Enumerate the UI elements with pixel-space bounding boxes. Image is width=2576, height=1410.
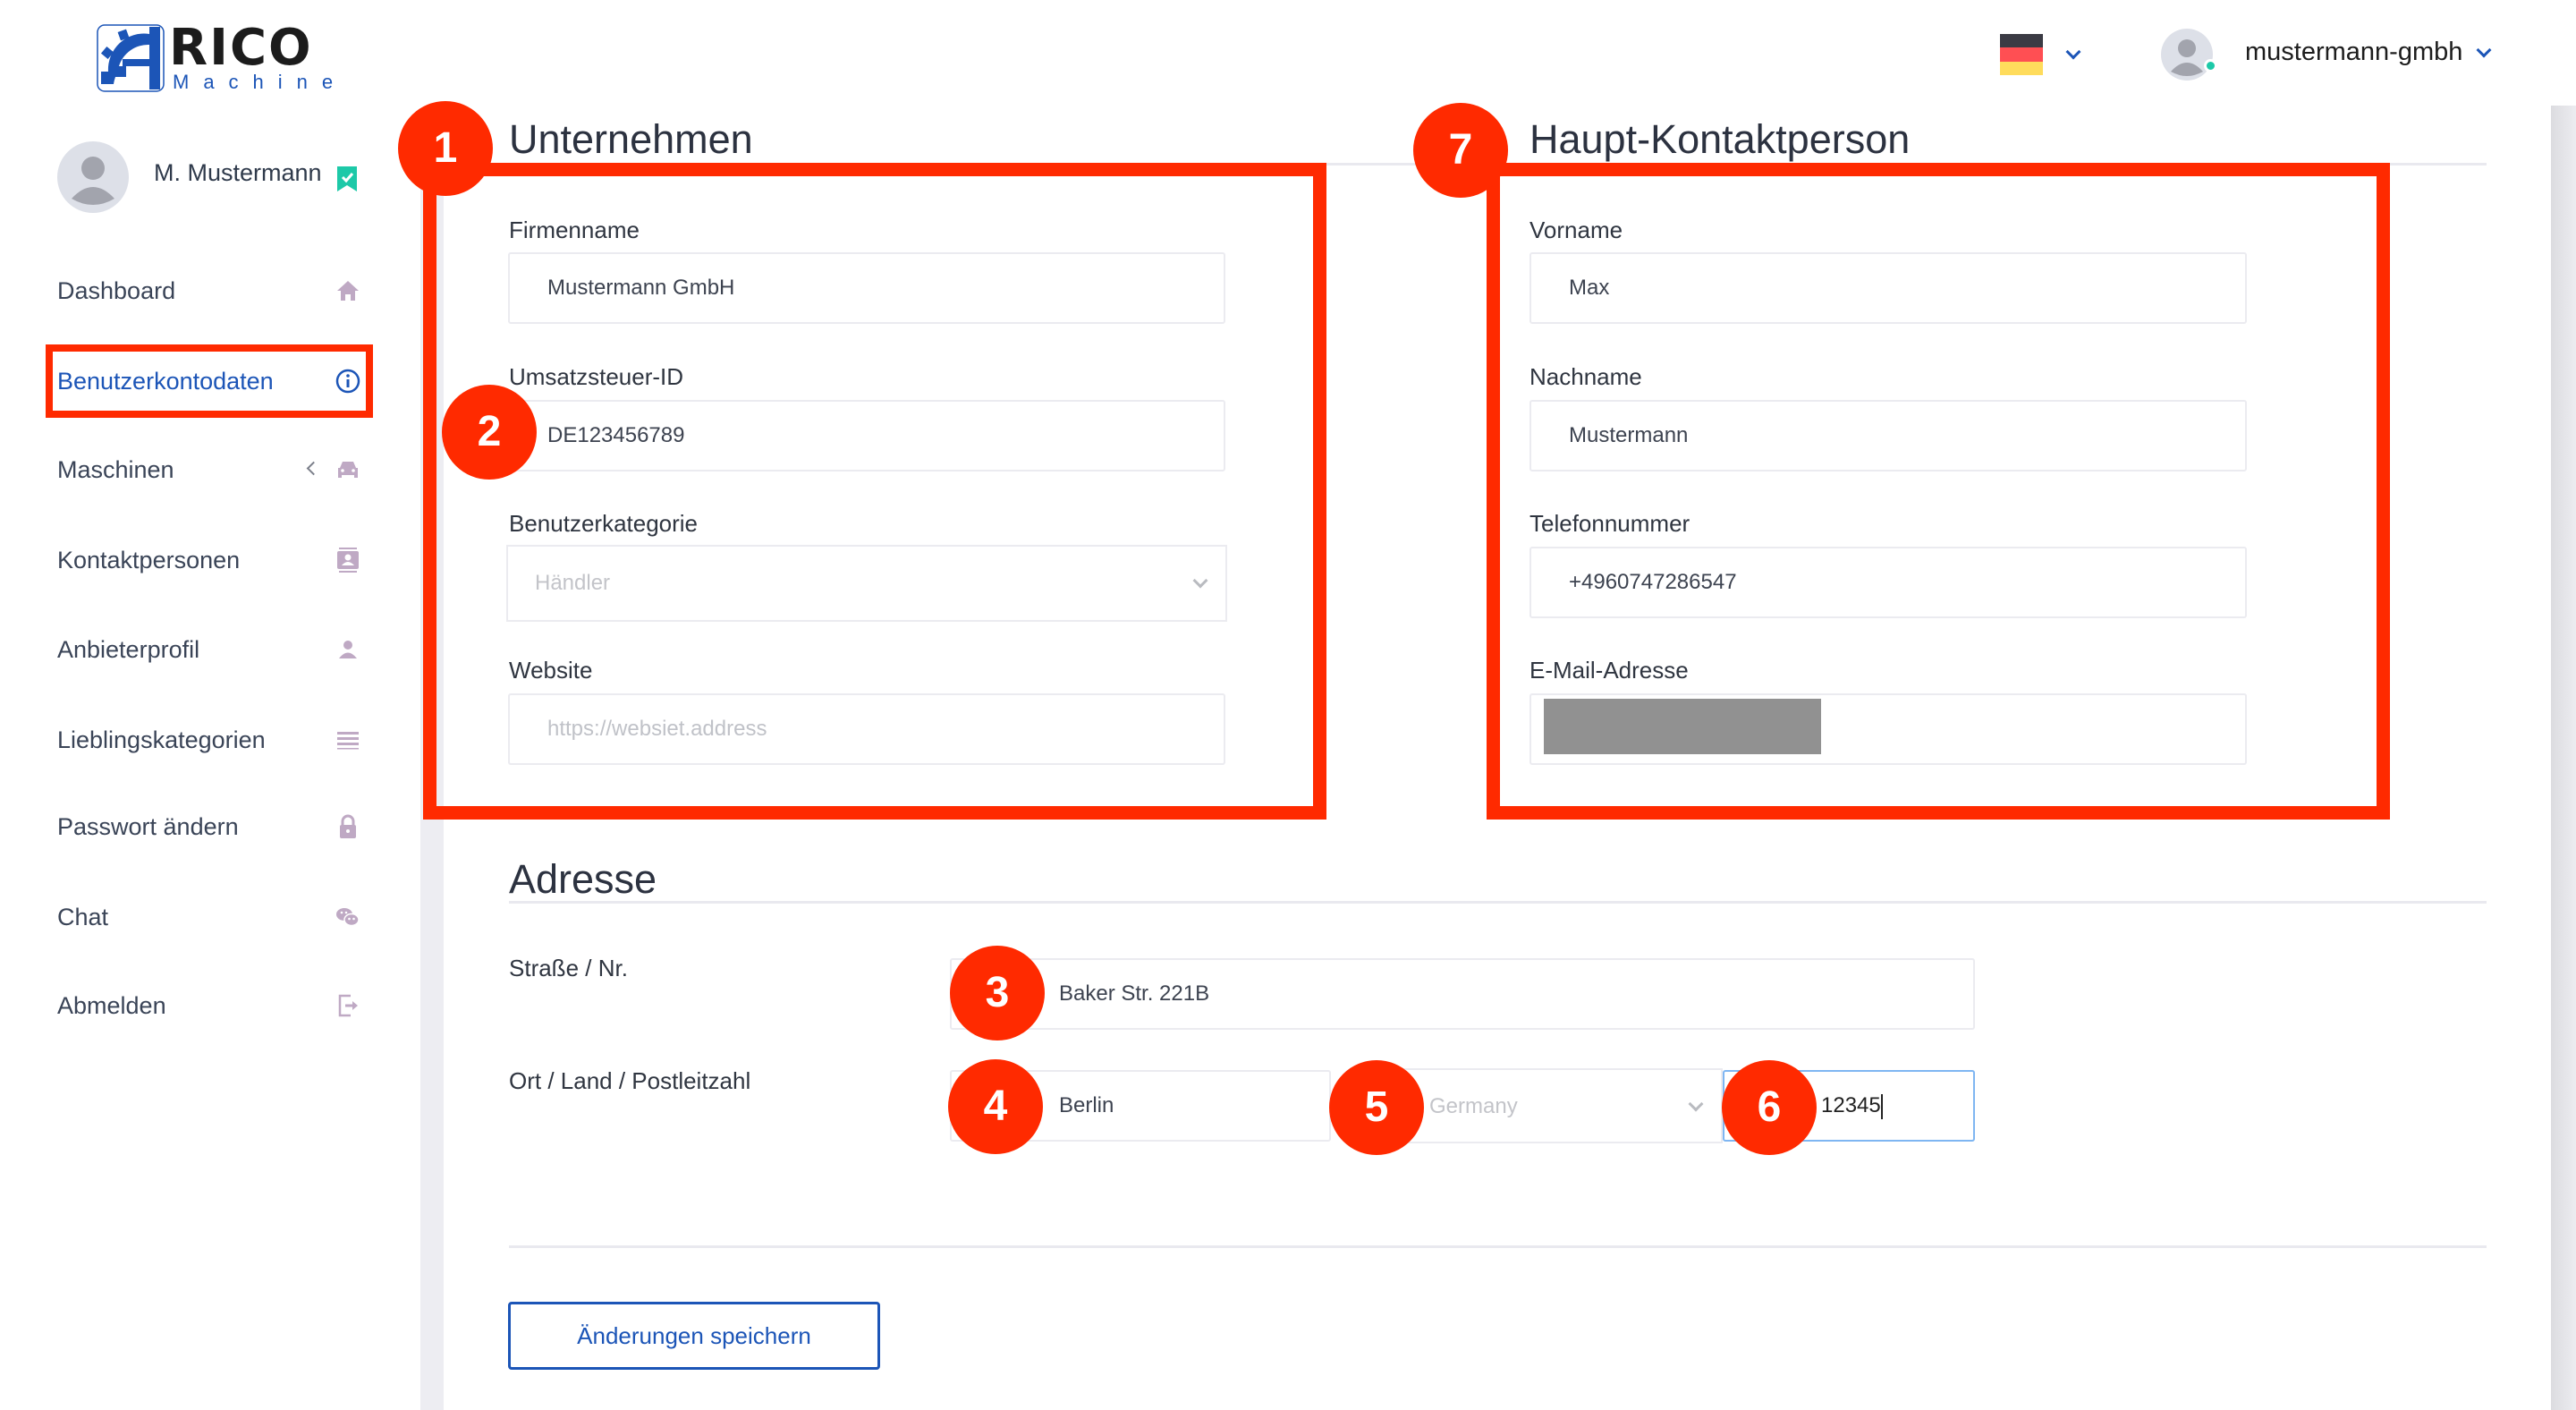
list-icon: [337, 732, 359, 750]
label-strasse: Straße / Nr.: [509, 955, 628, 981]
sidebar-item-label: Dashboard: [57, 277, 176, 304]
annotation-marker-6: 6: [1722, 1060, 1817, 1155]
section-title-address: Adresse: [509, 856, 657, 902]
section-divider: [509, 901, 2487, 904]
section-title-company: Unternehmen: [509, 116, 753, 162]
verified-badge-icon: [337, 166, 357, 191]
label-ort-land-plz: Ort / Land / Postleitzahl: [509, 1067, 751, 1094]
sidebar-item-kontaktpersonen[interactable]: Kontaktpersonen: [57, 538, 361, 582]
select-value: Germany: [1429, 1094, 1518, 1118]
sidebar-item-label: Maschinen: [57, 456, 174, 483]
annotation-marker-2: 2: [442, 385, 537, 480]
text-caret: [1880, 1093, 1883, 1119]
profile-name: M. Mustermann: [154, 159, 322, 186]
sidebar-item-label: Abmelden: [57, 992, 166, 1019]
annotation-marker-1: 1: [398, 101, 493, 196]
info-icon: [335, 369, 360, 394]
account-menu[interactable]: mustermann-gmbh: [2161, 27, 2501, 84]
sidebar-profile: M. Mustermann: [57, 141, 397, 217]
logout-icon: [338, 994, 358, 1017]
brand-name: RICO: [169, 19, 313, 77]
section-title-contact: Haupt-Kontaktperson: [1530, 116, 1911, 162]
label-nachname: Nachname: [1530, 363, 1642, 390]
user-silhouette-icon: [72, 157, 114, 205]
chat-icon: [336, 908, 360, 927]
sidebar-item-label: Kontaktpersonen: [57, 547, 241, 573]
brand-tagline: Machine: [173, 71, 348, 93]
chevron-down-icon: [2476, 42, 2492, 58]
annotation-marker-4: 4: [948, 1059, 1043, 1154]
annotation-marker-7: 7: [1413, 103, 1508, 198]
firmenname-input[interactable]: [508, 252, 1225, 324]
label-website: Website: [509, 657, 593, 684]
home-icon: [337, 281, 359, 301]
chevron-down-icon: [2065, 44, 2081, 60]
nachname-input[interactable]: [1530, 400, 2247, 471]
sidebar-item-label: Passwort ändern: [57, 813, 239, 840]
ust-id-input[interactable]: [508, 400, 1225, 471]
annotation-marker-5: 5: [1329, 1060, 1424, 1155]
annotation-marker-3: 3: [950, 946, 1045, 1041]
sidebar-item-label: Benutzerkontodaten: [57, 368, 274, 395]
avatar: [57, 141, 129, 213]
chevron-down-icon: [1192, 573, 1208, 589]
benutzerkategorie-select[interactable]: Händler: [506, 545, 1227, 622]
sidebar-item-dashboard[interactable]: Dashboard: [57, 268, 361, 313]
sidebar-item-chat[interactable]: Chat: [57, 895, 361, 939]
user-silhouette-icon: [2171, 39, 2203, 76]
street-input[interactable]: [950, 958, 1975, 1030]
user-icon: [339, 641, 357, 658]
lock-icon: [340, 814, 356, 838]
sidebar-item-maschinen[interactable]: Maschinen: [57, 447, 361, 492]
sidebar-item-benutzerkontodaten[interactable]: Benutzerkontodaten: [57, 359, 361, 403]
label-ust-id: Umsatzsteuer-ID: [509, 363, 684, 390]
scrollbar[interactable]: [2551, 106, 2576, 1410]
label-vorname: Vorname: [1530, 217, 1623, 243]
website-input[interactable]: [508, 693, 1225, 765]
sidebar-item-anbieterprofil[interactable]: Anbieterprofil: [57, 627, 361, 672]
account-name: mustermann-gmbh: [2245, 38, 2463, 66]
de-flag-icon: [2000, 34, 2043, 75]
car-icon: [338, 462, 358, 478]
contact-card-icon: [337, 548, 359, 573]
label-benutzerkategorie: Benutzerkategorie: [509, 510, 699, 537]
gear-logo-icon: [97, 24, 165, 92]
label-firmenname: Firmenname: [509, 217, 640, 243]
chevron-down-icon: [1688, 1096, 1704, 1112]
form-bottom-divider: [509, 1245, 2487, 1248]
country-select[interactable]: Germany: [1402, 1068, 1723, 1143]
label-telefon: Telefonnummer: [1530, 510, 1690, 537]
sidebar-item-lieblingskategorien[interactable]: Lieblingskategorien: [57, 718, 361, 762]
brand-logo[interactable]: RICO Machine: [96, 19, 333, 93]
sidebar-item-passwort-aendern[interactable]: Passwort ändern: [57, 804, 361, 849]
chevron-left-icon: [306, 461, 321, 476]
select-value: Händler: [535, 571, 611, 595]
label-email: E-Mail-Adresse: [1530, 657, 1689, 684]
sidebar-item-label: Chat: [57, 904, 109, 930]
language-selector[interactable]: [2000, 34, 2089, 77]
sidebar-item-label: Lieblingskategorien: [57, 726, 266, 753]
vorname-input[interactable]: [1530, 252, 2247, 324]
sidebar-item-label: Anbieterprofil: [57, 636, 200, 663]
save-changes-button[interactable]: Änderungen speichern: [508, 1302, 880, 1370]
redacted-email-block: [1544, 699, 1821, 754]
avatar: [2161, 29, 2213, 81]
telefon-input[interactable]: [1530, 547, 2247, 618]
sidebar-item-abmelden[interactable]: Abmelden: [57, 983, 361, 1028]
online-status-dot: [2204, 59, 2217, 72]
zip-value: 12345: [1821, 1093, 1881, 1117]
